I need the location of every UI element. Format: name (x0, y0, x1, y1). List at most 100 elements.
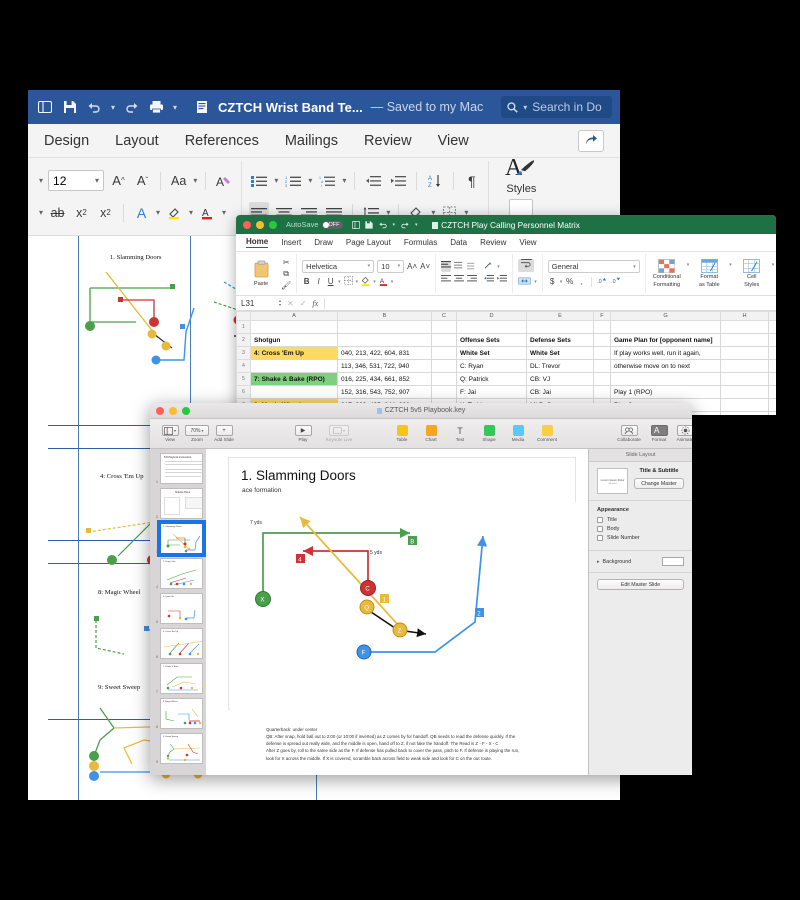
format-painter-icon[interactable]: 🖌 (281, 281, 291, 290)
format-as-table-button[interactable]: Format as Table (693, 259, 725, 288)
multilevel-list-icon[interactable]: 1ai (317, 170, 337, 192)
slide-thumbnail-3[interactable]: 1. Slamming Doors (157, 520, 206, 557)
edit-master-slide-button[interactable]: Edit Master Slide (597, 579, 684, 590)
keynote-toolbar[interactable]: ▾ View 70% ▾ Zoom + Add Slide ▶ Play ▾ K… (150, 419, 692, 449)
cell-styles-button[interactable]: Cell Styles (736, 259, 768, 288)
presenter-notes[interactable]: Quarterback: under center QB: After snap… (266, 726, 578, 762)
col-header-h[interactable]: H (720, 311, 769, 321)
cell-a3[interactable]: 4: Cross 'Em Up (250, 346, 338, 360)
excel-undo-chevron-icon[interactable]: ▾ (393, 222, 396, 228)
superscript-icon[interactable]: x2 (96, 202, 115, 224)
minimize-icon[interactable] (256, 220, 264, 229)
numbering-chevron-icon[interactable]: ▾ (308, 176, 312, 185)
sidebar-icon[interactable] (36, 99, 53, 116)
cf-chevron-icon[interactable]: ▾ (687, 262, 690, 268)
cell-g3[interactable]: If play works well, run it again, (610, 346, 721, 360)
cell-b3[interactable]: 040, 213, 422, 604, 831 (337, 346, 432, 360)
numbering-icon[interactable]: 123 (283, 170, 303, 192)
slide-thumbnail-9[interactable]: 9. Sweet Sweep (160, 733, 203, 764)
close-icon[interactable] (243, 220, 251, 229)
undo-chevron-down-icon[interactable]: ▾ (111, 103, 115, 112)
formula-input[interactable] (324, 297, 771, 309)
cell-i6[interactable] (768, 385, 776, 399)
save-icon[interactable] (61, 99, 78, 116)
excel-font-color-icon[interactable]: A (379, 276, 388, 288)
cell-h8[interactable] (720, 411, 769, 415)
copy-icon[interactable]: ⧉ (281, 269, 291, 279)
excel-indent-icon[interactable] (497, 275, 508, 286)
cell-f4[interactable] (593, 359, 611, 373)
cell-d3[interactable]: White Set (456, 346, 527, 360)
slide-subtitle[interactable]: ace formation (242, 487, 281, 494)
align-middle-icon[interactable] (454, 261, 464, 272)
slide-thumbnail-2[interactable]: Sideline Plays (160, 488, 203, 519)
font-size-input[interactable]: 12 ▾ (48, 170, 105, 191)
cell-b4[interactable]: 113, 346, 531, 722, 940 (337, 359, 432, 373)
cell-h5[interactable] (720, 372, 769, 386)
disclosure-triangle-icon[interactable]: ▸ (597, 559, 600, 565)
cell-b2[interactable] (337, 333, 432, 347)
cell-h4[interactable] (720, 359, 769, 373)
change-master-button[interactable]: Change Master (634, 478, 684, 489)
font-color-chevron-down-icon[interactable]: ▾ (391, 279, 394, 285)
checkbox-icon[interactable] (597, 517, 603, 523)
cell-e2[interactable]: Defense Sets (526, 333, 594, 347)
underline-chevron-icon[interactable]: ▾ (338, 279, 341, 285)
checkbox-title[interactable]: Title (597, 517, 684, 523)
font-color-chevron-icon[interactable]: ▾ (222, 208, 226, 217)
cell-d2[interactable]: Offense Sets (456, 333, 527, 347)
bullets-chevron-icon[interactable]: ▾ (274, 176, 278, 185)
cell-d4[interactable]: C: Ryan (456, 359, 527, 373)
checkbox-icon[interactable] (597, 535, 603, 541)
toolbar-animate-button[interactable]: Animate (673, 425, 692, 442)
toolbar-collaborate-button[interactable]: Collaborate (611, 425, 647, 442)
excel-ribbon[interactable]: Paste ✂ ⧉ 🖌 Helvetica ▾ 10 ▾ A˄ A˅ B I U… (236, 252, 776, 296)
show-formatting-marks-icon[interactable]: ¶ (462, 170, 481, 192)
table-row[interactable]: 4 113, 346, 531, 722, 940 C: Ryan DL: Tr… (236, 359, 776, 373)
cell-d5[interactable]: Q: Patrick (456, 372, 527, 386)
list-item[interactable]: 7 7. Shake & Bake (153, 663, 203, 694)
tab-layout[interactable]: Layout (115, 133, 159, 149)
font-name-select[interactable]: Helvetica ▾ (302, 259, 375, 273)
excel-ribbon-tabs[interactable]: Home Insert Draw Page Layout Formulas Da… (236, 234, 776, 252)
cell-c6[interactable] (431, 385, 457, 399)
fat-chevron-icon[interactable]: ▾ (729, 262, 732, 268)
cell-g5[interactable] (610, 372, 721, 386)
toolbar-comment-button[interactable]: Comment (535, 425, 559, 442)
list-item[interactable]: 6 4. Cross 'Em Up (153, 628, 203, 659)
cell-f5[interactable] (593, 372, 611, 386)
cell-h7[interactable] (720, 398, 769, 412)
conditional-formatting-button[interactable]: Conditional Formatting (651, 259, 683, 288)
col-header-c[interactable]: C (431, 311, 457, 321)
cell-h3[interactable] (720, 346, 769, 360)
cell-f6[interactable] (593, 385, 611, 399)
excel-shrink-font-icon[interactable]: A˅ (420, 262, 430, 271)
row-header[interactable]: 4 (236, 359, 251, 373)
cell-b5[interactable]: 016, 225, 434, 661, 852 (337, 372, 432, 386)
cell-c4[interactable] (431, 359, 457, 373)
toolbar-play-button[interactable]: ▶ Play (291, 425, 315, 442)
text-effects-icon[interactable]: A (132, 202, 151, 224)
fill-chevron-icon[interactable]: ▾ (373, 279, 376, 285)
excel-tab-page-layout[interactable]: Page Layout (346, 238, 391, 247)
wrap-text-icon[interactable] (518, 259, 535, 272)
cell-i3[interactable] (768, 346, 776, 360)
list-item[interactable]: 1 5v5 Playbook Instructions (153, 453, 203, 484)
excel-tab-insert[interactable]: Insert (281, 238, 301, 247)
strikethrough-icon[interactable]: ab (48, 202, 67, 224)
name-box-stepper-icon[interactable]: ▴ ▾ (279, 299, 281, 306)
excel-tab-data[interactable]: Data (450, 238, 467, 247)
cell-f3[interactable] (593, 346, 611, 360)
slide-navigator[interactable]: 1 5v5 Playbook Instructions 2 Sideline P… (150, 449, 206, 775)
excel-tab-view[interactable]: View (519, 238, 536, 247)
tab-review[interactable]: Review (364, 133, 412, 149)
cell-a6[interactable] (250, 385, 338, 399)
highlight-icon[interactable] (165, 202, 184, 224)
keynote-window[interactable]: CZTCH 5v5 Playbook.key ▾ View 70% ▾ Zoom… (150, 403, 692, 775)
cell-i4[interactable] (768, 359, 776, 373)
more-chevron-icon[interactable]: ▾ (173, 103, 177, 112)
align-top-icon[interactable] (441, 261, 452, 272)
increase-decimal-icon[interactable]: .0 (597, 276, 608, 287)
table-row[interactable]: 6 152, 316, 543, 752, 907 F: Jai CB: Jai… (236, 385, 776, 399)
name-box[interactable]: L31 ▴ ▾ (241, 299, 281, 308)
